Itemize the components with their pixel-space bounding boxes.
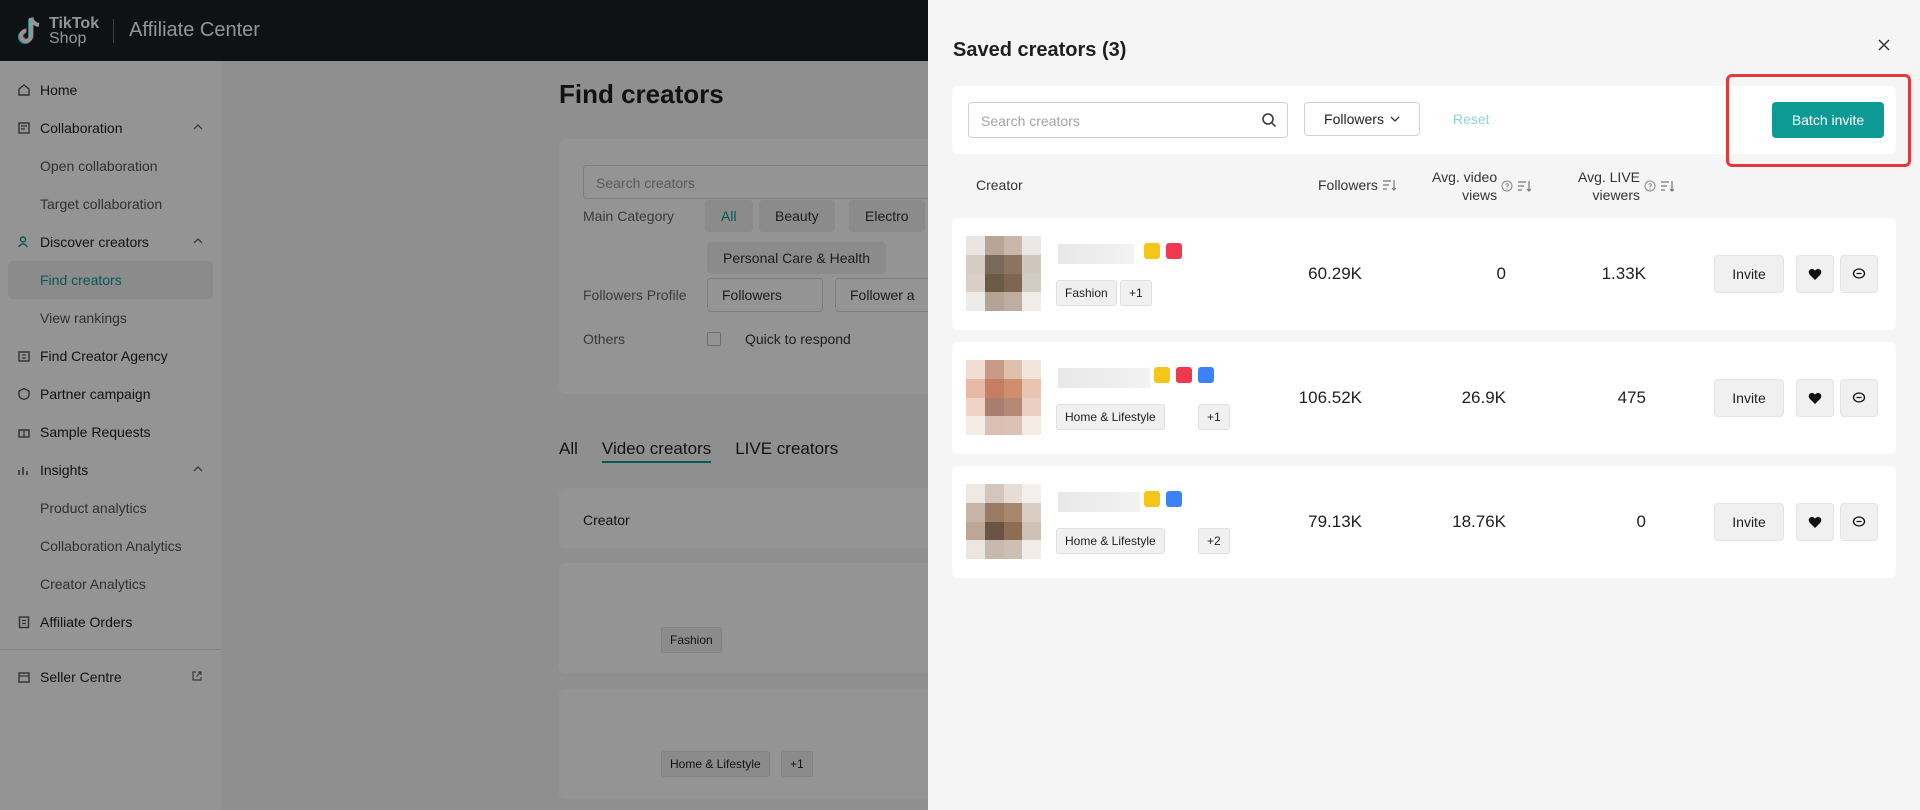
more-tags-badge[interactable]: +1 [1120,280,1152,306]
followers-value: 79.13K [1308,512,1362,531]
followers-column-header[interactable]: Followers [1318,177,1396,193]
close-icon[interactable] [1877,38,1891,52]
more-tags-badge[interactable]: +1 [1198,404,1230,430]
video-views-value: 0 [1496,264,1506,283]
table-header: Creator Followers Avg. video views Avg. … [952,160,1896,210]
followers-value: 60.29K [1308,264,1362,283]
chat-bubble-icon [1852,268,1866,279]
search-placeholder: Search creators [981,113,1080,129]
verified-badge-icon [1198,367,1214,383]
sort-icon[interactable] [1660,180,1675,192]
help-circle-icon[interactable] [1501,180,1513,192]
batch-invite-highlight-box [1726,74,1911,167]
video-views-value: 18.76K [1452,512,1506,531]
avg-video-views-header-line2: views [1462,187,1498,203]
avatar[interactable] [966,360,1041,435]
creator-name-blurred[interactable] [1058,244,1134,264]
video-views-value: 26.9K [1461,388,1506,407]
message-button[interactable] [1840,379,1878,417]
table-row[interactable]: Home & Lifestyle +1 106.52K 26.9K 475 In… [952,342,1896,454]
avatar[interactable] [966,484,1041,559]
chat-bubble-icon [1852,392,1866,403]
creator-badges [1154,367,1214,383]
verified-badge-icon [1166,491,1182,507]
category-tag: Home & Lifestyle [1056,404,1165,430]
creator-name-blurred[interactable] [1058,368,1150,388]
video-badge-icon [1176,367,1192,383]
drawer-title: Saved creators (3) [953,39,1127,61]
creator-badges [1144,491,1182,507]
reset-button[interactable]: Reset [1453,111,1490,127]
chat-bubble-icon [1852,516,1866,527]
chevron-down-icon [1390,116,1400,122]
search-input[interactable]: Search creators [968,102,1288,138]
invite-button[interactable]: Invite [1714,255,1784,293]
creator-name-blurred[interactable] [1058,492,1140,512]
save-creator-button[interactable] [1796,379,1834,417]
save-creator-button[interactable] [1796,503,1834,541]
followers-value: 106.52K [1298,388,1362,407]
invite-button[interactable]: Invite [1714,503,1784,541]
more-tags-badge[interactable]: +2 [1198,528,1230,554]
heart-icon [1808,392,1822,404]
invite-button[interactable]: Invite [1714,379,1784,417]
search-icon[interactable] [1261,112,1277,128]
live-viewers-value: 1.33K [1601,264,1646,283]
sort-icon[interactable] [1382,179,1396,191]
video-badge-icon [1166,243,1182,259]
followers-filter-label: Followers [1324,111,1384,127]
heart-icon [1808,268,1822,280]
modal-overlay[interactable] [0,0,928,810]
followers-filter-button[interactable]: Followers [1304,102,1420,136]
category-tag: Home & Lifestyle [1056,528,1165,554]
avg-live-viewers-header-line2: viewers [1592,187,1641,203]
live-viewers-value: 0 [1636,512,1646,531]
live-viewers-value: 475 [1617,388,1646,407]
table-row[interactable]: Fashion +1 60.29K 0 1.33K Invite [952,218,1896,330]
avg-video-views-header-line1: Avg. video [1432,169,1498,185]
category-tag: Fashion [1056,280,1117,306]
sort-icon[interactable] [1517,180,1532,192]
quick-respond-badge-icon [1144,243,1160,259]
help-circle-icon[interactable] [1644,180,1656,192]
avatar[interactable] [966,236,1041,311]
avg-live-viewers-column-header[interactable]: Avg. LIVE viewers [1578,168,1675,204]
heart-icon [1808,516,1822,528]
table-row[interactable]: Home & Lifestyle +2 79.13K 18.76K 0 Invi… [952,466,1896,578]
message-button[interactable] [1840,503,1878,541]
quick-respond-badge-icon [1144,491,1160,507]
save-creator-button[interactable] [1796,255,1834,293]
followers-header-label: Followers [1318,177,1378,193]
avg-video-views-column-header[interactable]: Avg. video views [1432,168,1532,204]
creator-badges [1144,243,1182,259]
avg-live-viewers-header-line1: Avg. LIVE [1578,169,1641,185]
message-button[interactable] [1840,255,1878,293]
creator-column-header: Creator [976,177,1023,193]
quick-respond-badge-icon [1154,367,1170,383]
